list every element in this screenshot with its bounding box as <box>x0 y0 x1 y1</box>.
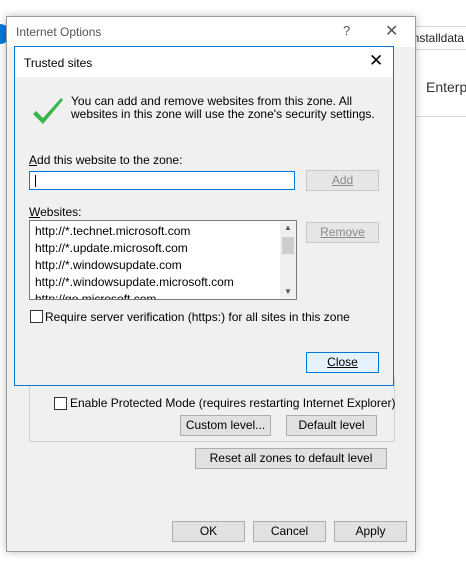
list-item[interactable]: http://*.technet.microsoft.com <box>35 223 277 240</box>
remove-button-label: Remove <box>320 225 365 239</box>
scroll-up-arrow-icon[interactable]: ▲ <box>280 221 296 235</box>
checkmark-icon <box>33 98 63 124</box>
background-divider <box>410 116 466 117</box>
text-caret <box>35 175 36 187</box>
protected-mode-checkbox[interactable] <box>54 397 67 410</box>
list-item[interactable]: http://*.windowsupdate.com <box>35 257 277 274</box>
websites-label: Websites: <box>29 205 82 219</box>
trusted-sites-dialog: Trusted sites ✕ You can add and remove w… <box>14 46 394 386</box>
remove-button[interactable]: Remove <box>306 222 379 243</box>
background-tab-text: installdata <box>410 31 465 45</box>
reset-all-zones-button[interactable]: Reset all zones to default level <box>195 448 387 469</box>
internet-options-close-button[interactable]: ✕ <box>385 21 398 41</box>
internet-options-title: Internet Options <box>16 25 102 39</box>
websites-list[interactable]: http://*.technet.microsoft.com http://*.… <box>29 220 297 300</box>
protected-mode-label: Enable Protected Mode (requires restarti… <box>70 396 396 410</box>
scroll-thumb[interactable] <box>282 237 294 254</box>
websites-label-rest: ebsites: <box>40 205 82 219</box>
cancel-button[interactable]: Cancel <box>253 521 326 542</box>
list-item[interactable]: http://*.update.microsoft.com <box>35 240 277 257</box>
add-website-input[interactable] <box>29 171 295 190</box>
internet-options-titlebar: Internet Options ? ✕ <box>7 17 415 47</box>
require-verification-checkbox[interactable] <box>30 310 43 323</box>
list-item[interactable]: http://go.microsoft.com <box>35 291 277 299</box>
websites-list-items: http://*.technet.microsoft.com http://*.… <box>35 223 277 299</box>
require-verification-label: Require server verification (https:) for… <box>45 310 350 324</box>
custom-level-button[interactable]: Custom level... <box>180 415 271 436</box>
trusted-sites-close-icon[interactable]: ✕ <box>369 51 383 71</box>
ok-button[interactable]: OK <box>172 521 245 542</box>
scroll-down-arrow-icon[interactable]: ▼ <box>280 285 296 299</box>
list-item[interactable]: http://*.windowsupdate.microsoft.com <box>35 274 277 291</box>
zone-info-text: You can add and remove websites from thi… <box>71 94 375 121</box>
default-level-button[interactable]: Default level <box>286 415 377 436</box>
help-button[interactable]: ? <box>343 23 350 38</box>
trusted-sites-title: Trusted sites <box>24 56 93 70</box>
apply-button[interactable]: Apply <box>334 521 407 542</box>
websites-scrollbar[interactable]: ▲ ▼ <box>280 221 296 299</box>
add-website-label-rest: dd this website to the zone: <box>37 153 183 167</box>
background-heading: Enterp <box>426 79 466 95</box>
add-button-label: Add <box>331 173 354 187</box>
trusted-sites-titlebar: Trusted sites ✕ <box>15 47 393 77</box>
close-button-label: Close <box>327 355 358 369</box>
add-button[interactable]: Add <box>306 170 379 191</box>
add-website-label: Add this website to the zone: <box>29 153 183 167</box>
close-button[interactable]: Close <box>306 352 379 373</box>
